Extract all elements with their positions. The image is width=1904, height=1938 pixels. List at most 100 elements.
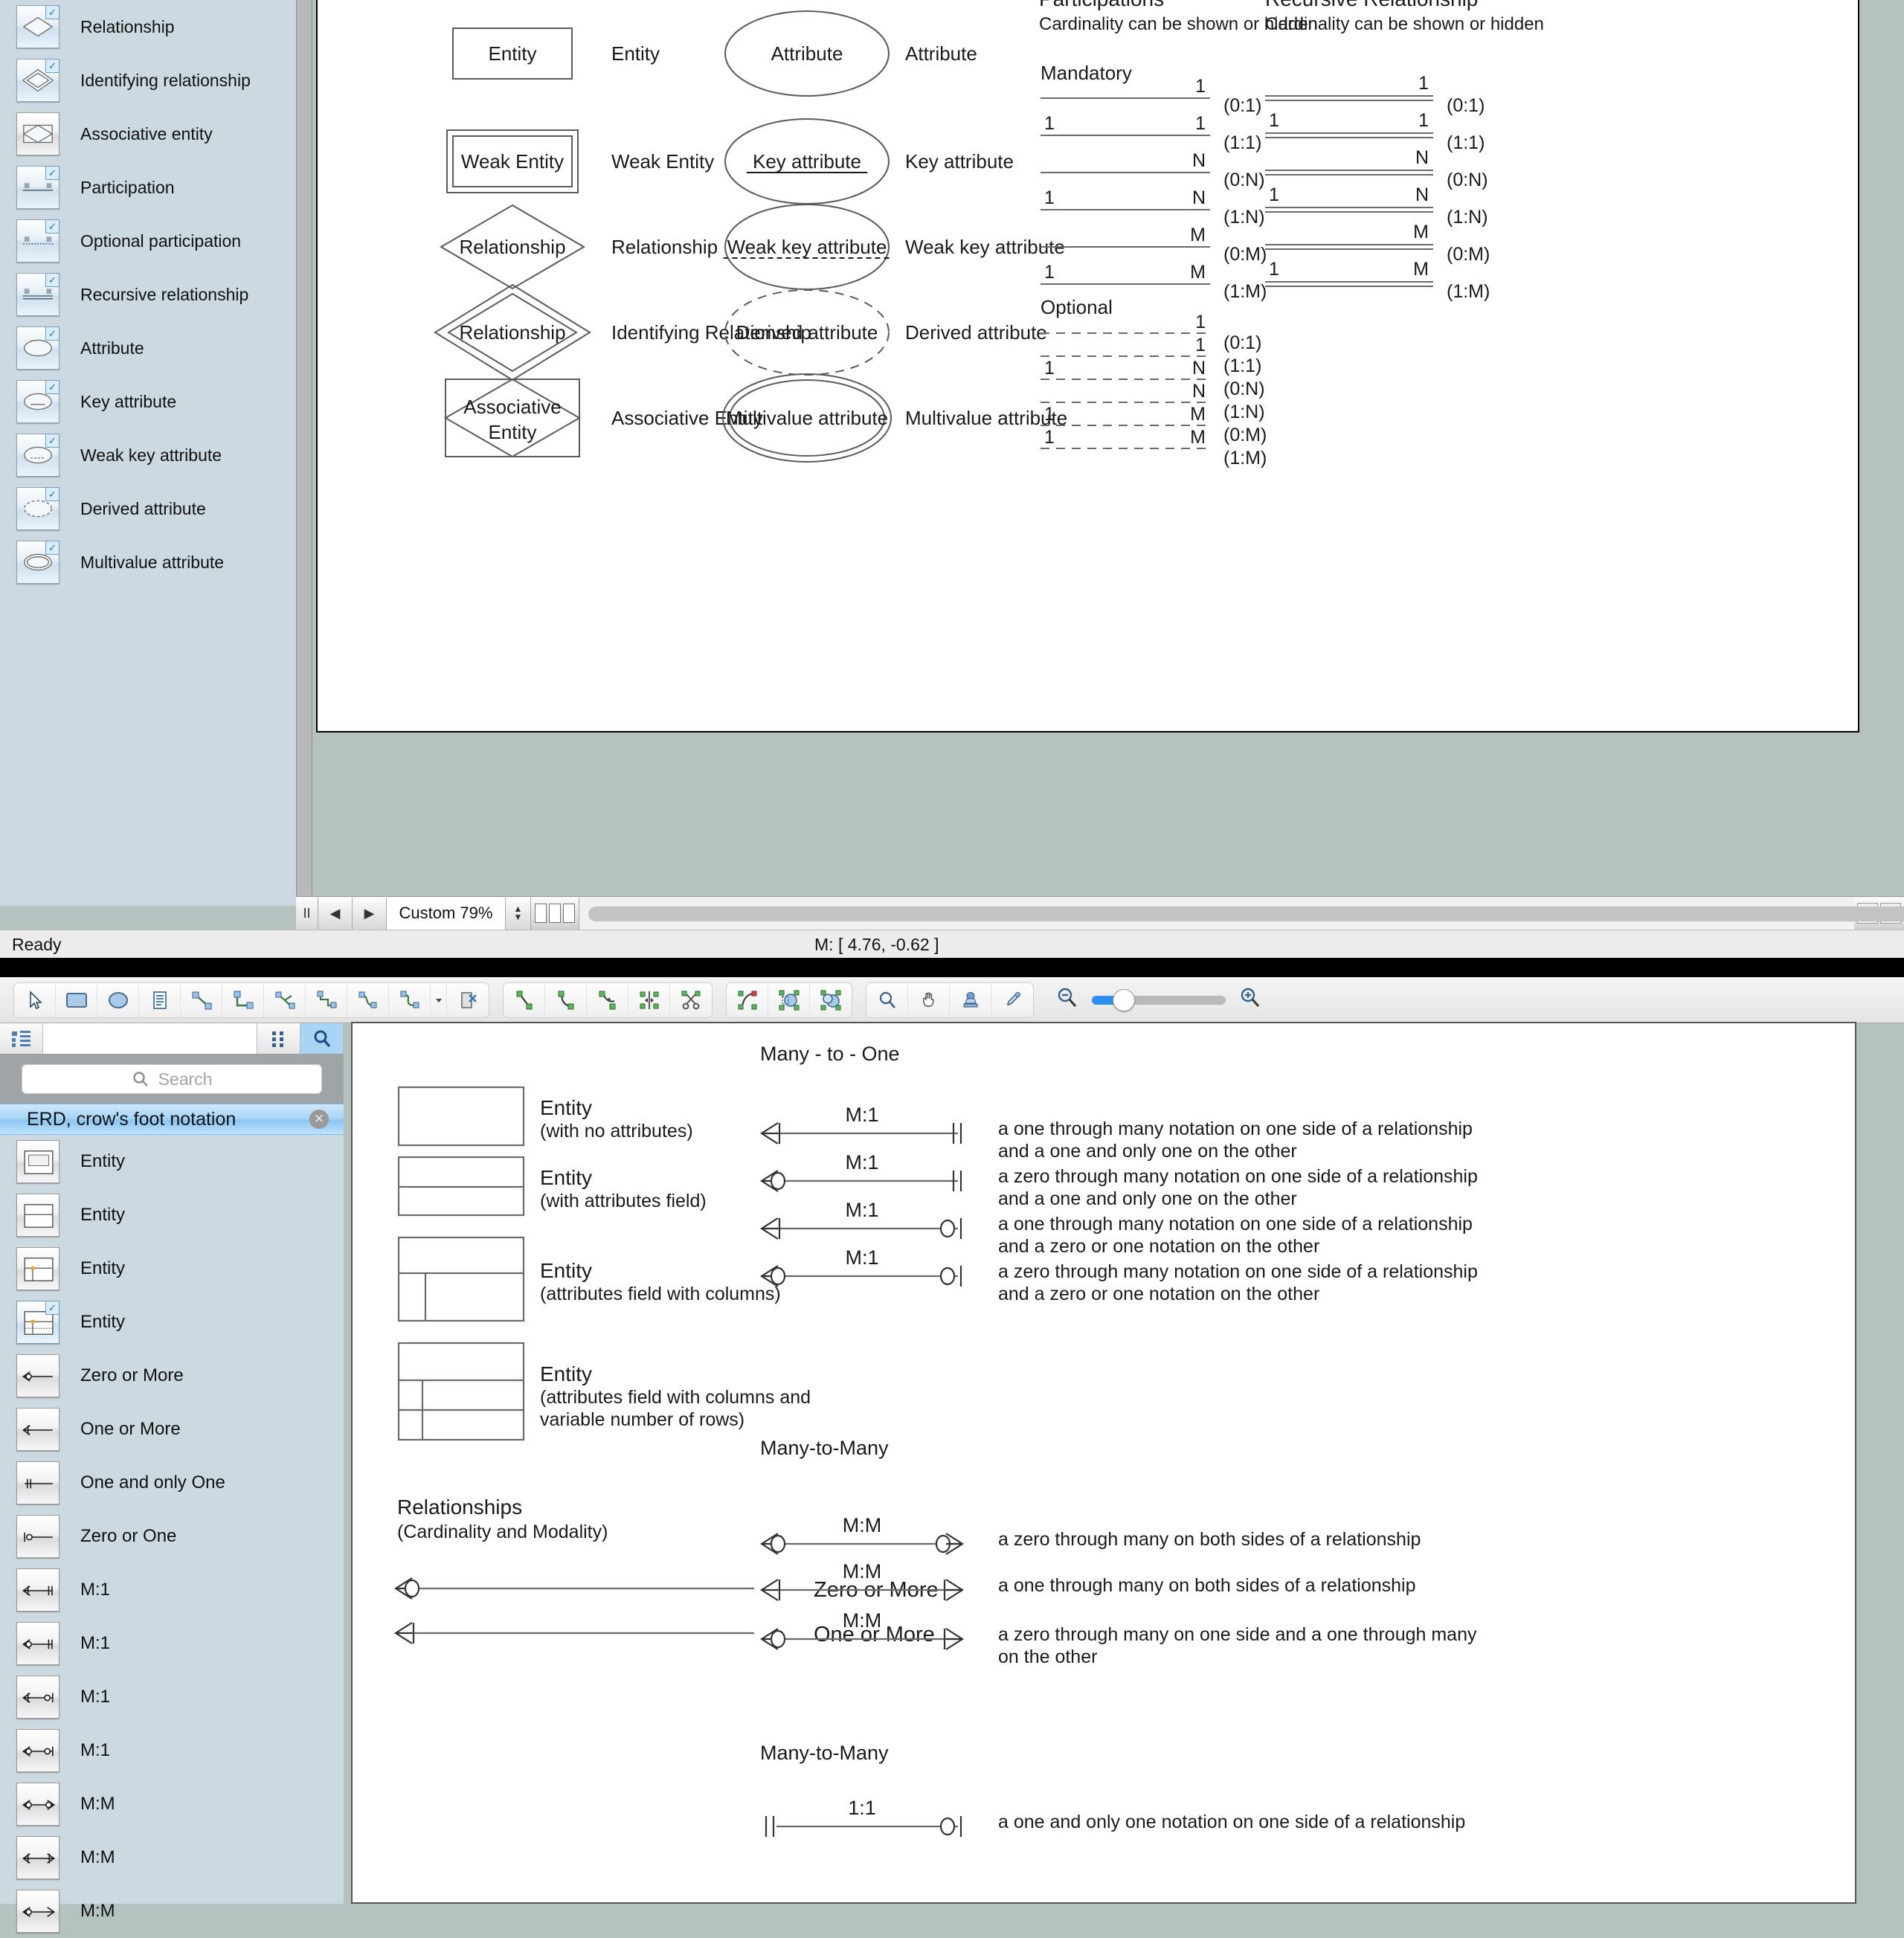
pause-page-button[interactable]: II: [296, 897, 318, 930]
delete-connector-icon[interactable]: [447, 983, 489, 1017]
toolbar-group-edit[interactable]: [726, 982, 852, 1018]
horizontal-scrollbar-thumb[interactable]: [588, 906, 1904, 921]
scissors-icon[interactable]: [670, 983, 712, 1017]
shape-item-entity-columns[interactable]: Entity: [0, 1242, 344, 1295]
straight-connector-icon[interactable]: [181, 982, 222, 1017]
upper-horizontal-scrollbar-bar[interactable]: II ◀ ▶ Custom 79% ▲ ▼: [296, 896, 1904, 930]
line-segment-icon[interactable]: [504, 982, 545, 1017]
stencil-item-multivalue-attribute[interactable]: ✓ Multivalue attribute: [0, 535, 296, 589]
shape-swatch[interactable]: [16, 1354, 60, 1397]
shape-item-one-and-only-one[interactable]: One and only One: [0, 1456, 344, 1510]
curve-connector-icon[interactable]: [347, 982, 389, 1017]
zoom-level-field[interactable]: Custom 79%: [387, 897, 506, 930]
shape-item-m1-zero-many-to-zero-one[interactable]: M:1: [0, 1724, 344, 1777]
shape-item-zero-or-more[interactable]: Zero or More: [0, 1349, 344, 1403]
edit-points-icon[interactable]: [727, 982, 768, 1017]
stencil-item-key-attribute[interactable]: ✓ Key attribute: [0, 375, 296, 428]
shape-item-mm-one-many-both[interactable]: M:M: [0, 1831, 344, 1884]
drawing-toolbar[interactable]: [0, 977, 1904, 1023]
shape-swatch[interactable]: [16, 1890, 60, 1933]
bezier-segment-icon[interactable]: [587, 982, 628, 1017]
stencil-swatch[interactable]: ✓: [16, 487, 60, 530]
next-page-button[interactable]: ▶: [353, 897, 387, 930]
previous-page-button[interactable]: ◀: [318, 897, 353, 930]
shape-swatch[interactable]: ✓: [16, 1301, 60, 1344]
lower-diagram-page[interactable]: Entity (with no attributes) Entity (with at…: [351, 1022, 1856, 1904]
tree-connector-icon[interactable]: [264, 982, 306, 1017]
stencil-swatch[interactable]: ✓: [16, 434, 60, 477]
shape-item-mm-zero-many-both[interactable]: M:M: [0, 1777, 344, 1831]
stencil-group-header[interactable]: ERD, crow's foot notation ✕: [0, 1104, 344, 1135]
stencil-item-participation[interactable]: ✓ Participation: [0, 161, 296, 214]
panel-tab-bar[interactable]: [0, 1023, 344, 1055]
shape-item-zero-or-one[interactable]: Zero or One: [0, 1510, 344, 1563]
shape-swatch[interactable]: [16, 1515, 60, 1558]
hand-tool-icon[interactable]: [908, 982, 950, 1017]
right-angle-connector-icon[interactable]: [222, 982, 264, 1017]
stencil-item-associative-entity[interactable]: Associative entity: [0, 107, 296, 161]
shape-item-m1-one-many-to-zero-one[interactable]: M:1: [0, 1670, 344, 1724]
bus-connector-icon[interactable]: [306, 982, 347, 1017]
arc-segment-icon[interactable]: [545, 982, 587, 1017]
shape-item-m1-one-many-to-one[interactable]: M:1: [0, 1563, 344, 1617]
shape-item-entity-two-row[interactable]: Entity: [0, 1188, 344, 1242]
zoom-in-icon[interactable]: [1238, 985, 1263, 1014]
stamp-tool-icon[interactable]: [950, 982, 991, 1017]
shape-item-one-or-more[interactable]: One or More: [0, 1403, 344, 1456]
upper-diagram-page[interactable]: Entity Entity Weak Entity Weak Entity Relati…: [316, 0, 1859, 733]
grid-view-icon[interactable]: [257, 1023, 300, 1054]
page-view-mode-buttons[interactable]: [531, 897, 579, 930]
stencil-swatch[interactable]: ✓: [16, 380, 60, 423]
search-view-icon[interactable]: [300, 1023, 344, 1054]
eyedropper-tool-icon[interactable]: [991, 983, 1033, 1017]
shape-swatch[interactable]: [16, 1140, 60, 1183]
stencil-swatch[interactable]: ✓: [16, 166, 60, 209]
horizontal-scrollbar-track[interactable]: [579, 897, 1904, 930]
shape-item-m1-zero-many-to-one[interactable]: M:1: [0, 1617, 344, 1670]
toolbar-group-segments[interactable]: [503, 982, 713, 1018]
stencil-item-attribute[interactable]: ✓ Attribute: [0, 321, 296, 375]
ellipse-tool-icon[interactable]: [97, 982, 139, 1017]
toolbar-group-view[interactable]: [866, 982, 1034, 1018]
shape-swatch[interactable]: [16, 1783, 60, 1826]
shape-swatch[interactable]: [16, 1247, 60, 1290]
stencil-swatch[interactable]: ✓: [16, 5, 60, 48]
stencil-item-relationship[interactable]: ✓ Relationship: [0, 0, 296, 54]
shape-swatch[interactable]: [16, 1194, 60, 1237]
rectangle-tool-icon[interactable]: [56, 982, 97, 1017]
zoom-slider-group[interactable]: [1055, 985, 1263, 1014]
rounded-connector-icon[interactable]: [389, 982, 431, 1017]
close-icon[interactable]: ✕: [309, 1110, 329, 1129]
group-shapes-icon[interactable]: [810, 983, 852, 1017]
shape-item-entity-box[interactable]: Entity: [0, 1135, 344, 1188]
zoom-slider[interactable]: [1092, 988, 1226, 1011]
shape-swatch[interactable]: [16, 1836, 60, 1879]
stencil-swatch[interactable]: ✓: [16, 273, 60, 316]
stencil-swatch[interactable]: ✓: [16, 541, 60, 584]
stencil-swatch[interactable]: ✓: [16, 219, 60, 263]
shape-swatch[interactable]: [16, 1622, 60, 1665]
upper-vertical-splitter[interactable]: [296, 0, 312, 906]
union-shapes-icon[interactable]: [768, 982, 810, 1017]
tree-view-icon[interactable]: [0, 1023, 43, 1054]
stencil-item-optional-participation[interactable]: ✓ Optional participation: [0, 214, 296, 268]
zoom-slider-handle[interactable]: [1113, 988, 1135, 1011]
shape-swatch[interactable]: [16, 1729, 60, 1772]
zoom-out-icon[interactable]: [1055, 985, 1080, 1014]
shape-swatch[interactable]: [16, 1408, 60, 1451]
page-view-double-icon[interactable]: [549, 904, 561, 923]
shape-swatch[interactable]: [16, 1568, 60, 1612]
stencil-item-recursive-relationship[interactable]: ✓ Recursive relationship: [0, 268, 296, 321]
connector-dropdown-icon[interactable]: [431, 982, 447, 1017]
pointer-tool-icon[interactable]: [14, 982, 56, 1017]
zoom-tool-icon[interactable]: [866, 982, 908, 1017]
stencil-swatch[interactable]: ✓: [16, 59, 60, 102]
text-block-tool-icon[interactable]: [139, 982, 181, 1017]
stencil-item-weak-key-attribute[interactable]: ✓ Weak key attribute: [0, 428, 296, 482]
page-view-multi-icon[interactable]: [563, 904, 575, 923]
zoom-stepper[interactable]: ▲ ▼: [506, 897, 531, 930]
shape-item-entity-variable-rows[interactable]: ✓ Entity: [0, 1295, 344, 1349]
page-view-single-icon[interactable]: [535, 904, 547, 923]
shape-swatch[interactable]: [16, 1675, 60, 1719]
toolbar-group-shapes[interactable]: [13, 982, 489, 1018]
